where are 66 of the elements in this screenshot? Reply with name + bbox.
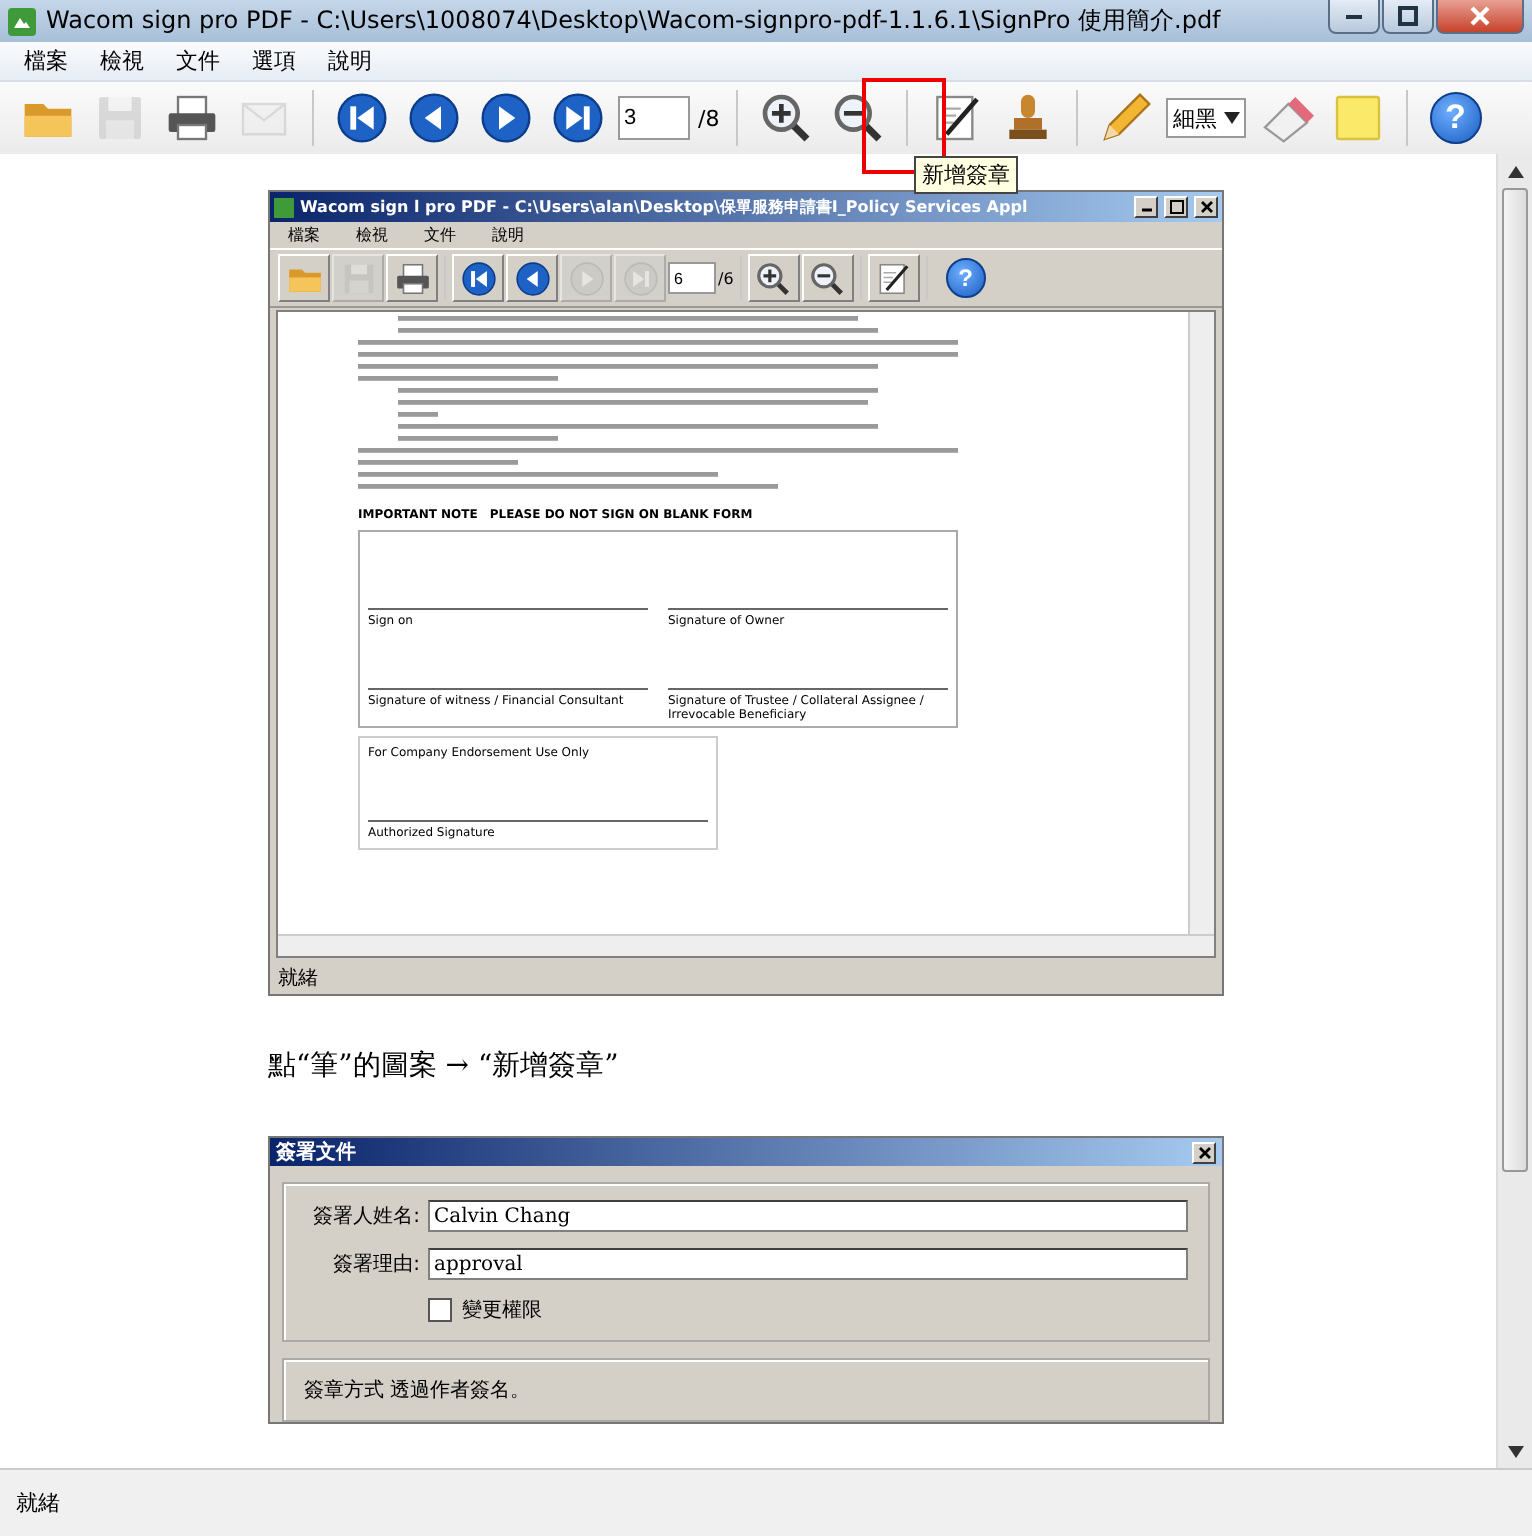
prev-button[interactable]	[506, 254, 558, 302]
maximize-button[interactable]	[1382, 0, 1434, 34]
field-label: 簽署人姓名:	[311, 1203, 420, 1230]
close-icon	[1197, 1145, 1211, 1159]
page-count: /8	[698, 105, 720, 131]
line-style-dropdown[interactable]: 細黑	[1165, 98, 1246, 138]
print-button[interactable]	[386, 254, 438, 302]
open-button[interactable]	[278, 254, 330, 302]
checkbox[interactable]	[428, 1298, 452, 1322]
window-title: Wacom sign l pro PDF - C:\Users\alan\Desktop\保單服務申請書I_Policy Services Appl	[300, 196, 1030, 218]
status-text: 就緒	[278, 965, 318, 991]
next-page-icon	[567, 259, 605, 297]
zoom-out-button[interactable]	[801, 254, 854, 302]
close-icon	[1199, 200, 1213, 214]
checkbox-label: 變更權限	[462, 1297, 542, 1324]
app-icon	[274, 197, 294, 217]
signing-method-text: 簽章方式 透過作者簽名。	[304, 1377, 533, 1404]
menu-item[interactable]: 說明	[474, 224, 542, 246]
window-title: Wacom sign pro PDF - C:\Users\1008074\Desktop\Wacom-signpro-pdf-1.1.6.1\SignPro 使用簡介.pdf	[46, 4, 1223, 38]
dialog-title: 簽署文件	[276, 1139, 358, 1166]
zoom-out-icon	[829, 90, 886, 146]
printer-icon	[164, 90, 220, 146]
up-arrow-icon	[1507, 165, 1523, 177]
menu-item[interactable]: 檢視	[84, 46, 160, 76]
menu-item[interactable]: 說明	[312, 46, 388, 76]
first-button[interactable]	[452, 254, 504, 302]
input-field[interactable]: Calvin Chang	[428, 1200, 1188, 1232]
app-icon	[8, 7, 36, 35]
page-count: /6	[718, 269, 734, 287]
zoom-in-button[interactable]	[747, 254, 800, 302]
menu-item[interactable]: 選項	[236, 46, 312, 76]
page-number-field[interactable]: 6	[668, 262, 716, 294]
down-arrow-icon	[1507, 1445, 1523, 1457]
minimize-icon	[1344, 13, 1364, 19]
first-page-icon	[459, 259, 497, 297]
maximize-icon	[1169, 200, 1183, 214]
caret-icon	[1223, 112, 1240, 124]
next-page-icon	[478, 90, 534, 146]
last-page-icon	[550, 90, 606, 146]
scrollbar-thumb[interactable]	[1502, 188, 1528, 1172]
caption-text: 點“筆”的圖案 → “新增簽章”	[268, 1048, 621, 1084]
menu-item[interactable]: 檔案	[8, 46, 84, 76]
first-page-icon	[334, 90, 390, 146]
input-field[interactable]: approval	[428, 1248, 1188, 1280]
minimize-button[interactable]	[1328, 0, 1380, 34]
tooltip: 新增簽章	[914, 156, 1018, 194]
menu-item[interactable]: 檔案	[270, 224, 338, 246]
page-number-field[interactable]: 3	[618, 96, 690, 140]
last-page-icon	[621, 259, 659, 297]
close-icon	[1470, 6, 1490, 26]
sign-button[interactable]	[867, 254, 920, 302]
menu-item[interactable]: 文件	[160, 46, 236, 76]
field-label: 簽署理由:	[331, 1251, 420, 1278]
menu-item[interactable]: 文件	[406, 224, 474, 246]
zoom-out-icon	[808, 259, 847, 297]
status-text: 就緒	[16, 1488, 60, 1518]
pencil-icon	[1097, 90, 1154, 146]
previous-page-icon	[406, 90, 462, 146]
printer-icon	[393, 259, 431, 297]
zoom-in-icon	[757, 90, 814, 146]
menu-item[interactable]: 檢視	[338, 224, 406, 246]
maximize-icon	[1398, 6, 1418, 26]
previous-page-icon	[513, 259, 551, 297]
zoom-in-icon	[754, 259, 793, 297]
minimize-icon	[1139, 208, 1153, 212]
pen-on-document-icon	[874, 259, 913, 297]
